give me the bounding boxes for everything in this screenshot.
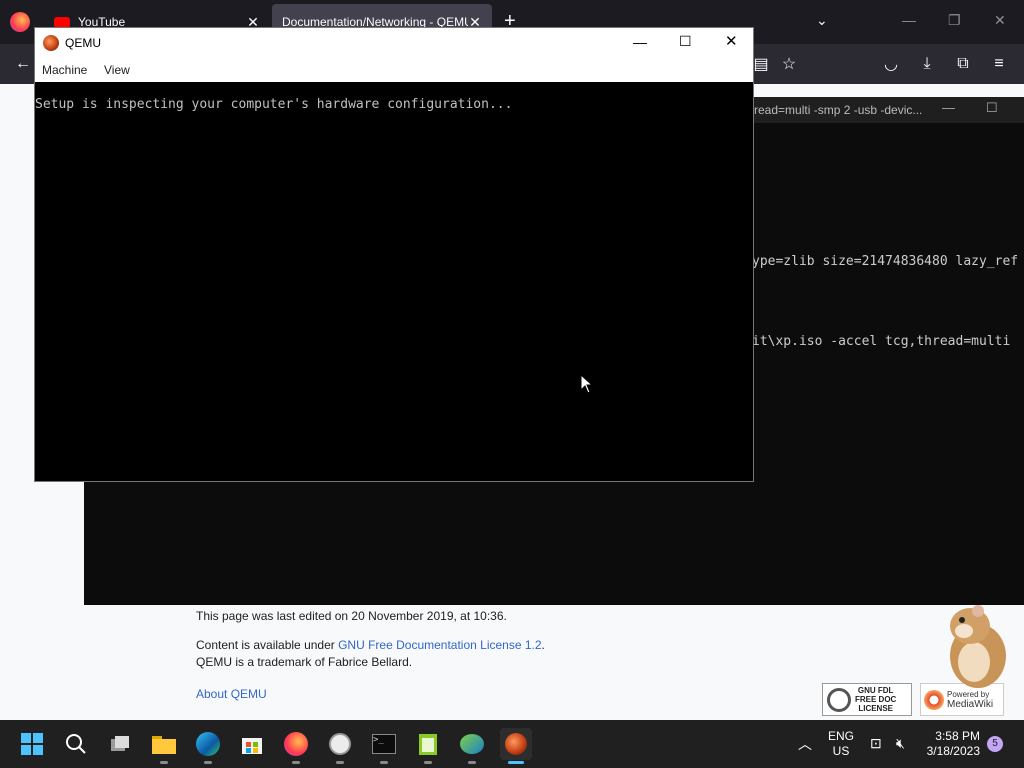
language-indicator[interactable]: ENG US bbox=[828, 729, 854, 759]
extensions-icon[interactable]: ⧉ bbox=[950, 51, 976, 77]
qemu-vm-display[interactable]: Setup is inspecting your computer's hard… bbox=[35, 82, 753, 481]
time-text: 3:58 PM bbox=[935, 729, 980, 743]
firefox-menu-icon[interactable] bbox=[10, 12, 30, 32]
menu-machine[interactable]: Machine bbox=[42, 63, 87, 77]
region-code: US bbox=[832, 744, 850, 758]
mediawiki-logo-icon bbox=[924, 689, 944, 710]
restore-icon[interactable]: ❐ bbox=[948, 12, 961, 29]
task-view-icon[interactable] bbox=[104, 728, 136, 760]
show-hidden-icons-chevron-icon[interactable]: ︿ bbox=[798, 734, 812, 754]
taskbar: >_ ︿ ENG US ⊡ 🔇︎ 3:58 PM 3/18/2023 5 bbox=[0, 720, 1024, 768]
mediawiki-badge-line: MediaWiki bbox=[947, 698, 994, 710]
terminal-icon[interactable]: >_ bbox=[368, 728, 400, 764]
gfdl-logo-icon bbox=[827, 687, 851, 712]
qemu-maximize-icon[interactable]: ☐ bbox=[679, 33, 692, 50]
license-link[interactable]: GNU Free Documentation License 1.2 bbox=[338, 638, 541, 652]
notification-badge[interactable]: 5 bbox=[987, 736, 1003, 752]
terminal-line: ype=zlib size=21474836480 lazy_ref bbox=[752, 254, 1019, 269]
gfdl-badge[interactable]: GNU FDL FREE DOC LICENSE bbox=[822, 683, 912, 716]
youtube-icon bbox=[54, 16, 70, 28]
bookmark-star-icon[interactable]: ☆ bbox=[776, 51, 802, 77]
mediawiki-badge-line: Powered by bbox=[947, 689, 990, 699]
vm-setup-text: Setup is inspecting your computer's hard… bbox=[35, 97, 513, 112]
minimize-icon[interactable]: — bbox=[902, 12, 916, 28]
date-text: 3/18/2023 bbox=[926, 744, 980, 758]
downloads-icon[interactable]: ⤓ bbox=[914, 51, 940, 77]
terminal-maximize-icon[interactable]: ☐ bbox=[986, 100, 998, 116]
menu-view[interactable]: View bbox=[104, 63, 130, 77]
last-edited-text: This page was last edited on 20 November… bbox=[196, 609, 507, 623]
start-button[interactable] bbox=[16, 728, 48, 760]
firefox-icon[interactable] bbox=[280, 728, 312, 764]
network-app-icon[interactable] bbox=[456, 728, 488, 764]
list-all-tabs-icon[interactable]: ⌄ bbox=[816, 12, 828, 29]
about-qemu-link[interactable]: About QEMU bbox=[196, 687, 267, 701]
qemu-close-icon[interactable]: ✕ bbox=[725, 32, 738, 50]
pocket-icon[interactable]: ◡ bbox=[878, 51, 904, 77]
gfdl-badge-line: GNU FDL bbox=[857, 686, 894, 695]
qemu-title-bar[interactable]: QEMU — ☐ ✕ bbox=[35, 28, 753, 58]
mouse-cursor-icon bbox=[580, 373, 594, 399]
license-suffix: . bbox=[541, 638, 545, 652]
license-line: Content is available under GNU Free Docu… bbox=[196, 638, 545, 652]
file-explorer-icon[interactable] bbox=[148, 728, 180, 764]
edge-icon[interactable] bbox=[192, 728, 224, 764]
qemu-logo-icon bbox=[43, 35, 59, 51]
back-icon[interactable]: ← bbox=[10, 51, 36, 77]
qemu-taskbar-icon[interactable] bbox=[500, 728, 532, 764]
trademark-text: QEMU is a trademark of Fabrice Bellard. bbox=[196, 655, 413, 669]
qemu-title: QEMU bbox=[65, 36, 101, 50]
qemu-window[interactable]: QEMU — ☐ ✕ Machine View Setup is inspect… bbox=[34, 27, 754, 482]
search-icon[interactable] bbox=[60, 728, 92, 760]
menu-icon[interactable]: ≡ bbox=[986, 51, 1012, 77]
network-icon[interactable]: ⊡ bbox=[870, 735, 882, 752]
qemu-minimize-icon[interactable]: — bbox=[633, 34, 647, 50]
microsoft-store-icon[interactable] bbox=[236, 728, 268, 760]
gfdl-badge-line: FREE DOC bbox=[855, 695, 897, 704]
notepad-icon[interactable] bbox=[412, 728, 444, 764]
gfdl-badge-line: LICENSE bbox=[858, 704, 893, 713]
clock[interactable]: 3:58 PM 3/18/2023 bbox=[920, 729, 980, 759]
license-prefix: Content is available under bbox=[196, 638, 339, 652]
terminal-line: it\xp.iso -accel tcg,thread=multi bbox=[752, 334, 1011, 349]
terminal-title: read=multi -smp 2 -usb -devic... bbox=[754, 103, 923, 117]
close-icon[interactable]: ✕ bbox=[994, 12, 1006, 29]
volume-muted-icon[interactable]: 🔇︎ bbox=[896, 735, 905, 752]
app-icon-circle[interactable] bbox=[324, 728, 356, 764]
terminal-minimize-icon[interactable]: — bbox=[942, 100, 955, 115]
hamster-mascot-image bbox=[940, 604, 1010, 688]
qemu-menu-bar: Machine View bbox=[35, 58, 753, 82]
language-code: ENG bbox=[828, 729, 855, 743]
